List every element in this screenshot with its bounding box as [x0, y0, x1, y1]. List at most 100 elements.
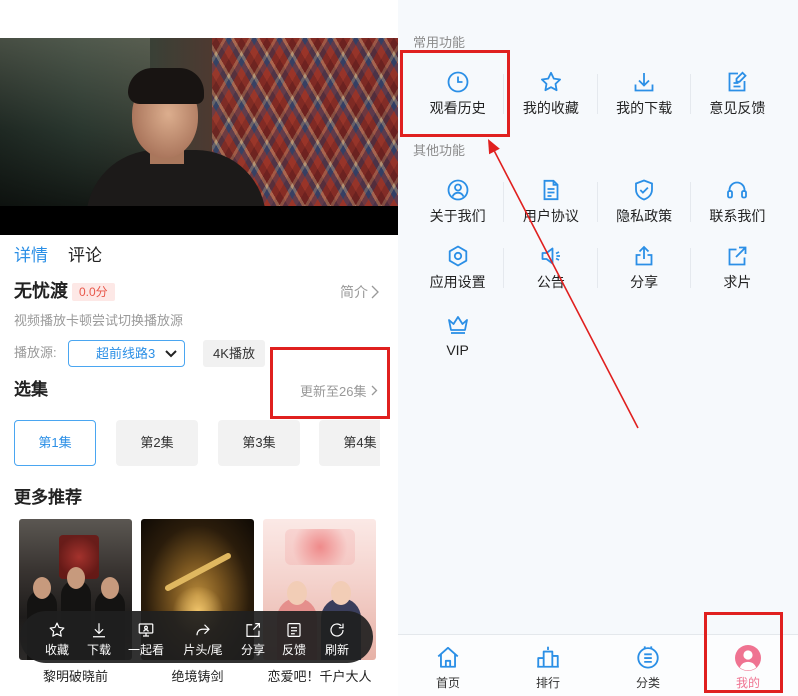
skip-intro-button[interactable]: 片头/尾 — [181, 611, 225, 663]
refresh-icon — [328, 621, 346, 639]
function-label: 联系我们 — [709, 208, 766, 224]
recommendation-title: 黎明破晓前 — [42, 669, 108, 684]
poster-face — [67, 567, 85, 589]
favorite-button[interactable]: 收藏 — [35, 611, 79, 663]
function-label: 我的下载 — [616, 100, 673, 116]
privacy-policy-item[interactable]: 隐私政策 — [598, 168, 692, 230]
chevron-right-icon — [371, 285, 379, 299]
headset-icon — [725, 178, 749, 202]
refresh-button[interactable]: 刷新 — [315, 611, 359, 663]
recommendation-title: 绝境铸剑 — [171, 669, 224, 684]
toolbar-label: 反馈 — [281, 643, 307, 657]
playback-hint: 视频播放卡顿尝试切换播放源 — [14, 313, 184, 328]
announcement-item[interactable]: 公告 — [504, 234, 598, 296]
user-agreement-item[interactable]: 用户协议 — [504, 168, 598, 230]
my-downloads-item[interactable]: 我的下载 — [598, 60, 692, 122]
about-us-item[interactable]: 关于我们 — [411, 168, 505, 230]
poster-art — [163, 551, 233, 593]
poster-art — [285, 529, 355, 565]
nav-label: 首页 — [435, 676, 460, 690]
share-icon — [632, 244, 656, 268]
watch-together-icon — [137, 621, 155, 639]
chevron-down-icon — [165, 350, 177, 358]
settings-icon — [446, 244, 470, 268]
bottom-tab-bar: 首页 排行 分类 我的 — [398, 634, 798, 696]
toolbar-label: 下载 — [86, 643, 112, 657]
contact-us-item[interactable]: 联系我们 — [691, 168, 784, 230]
tab-comments[interactable]: 评论 — [68, 246, 102, 266]
star-icon — [48, 621, 66, 639]
my-favorites-item[interactable]: 我的收藏 — [504, 60, 598, 122]
function-label: 隐私政策 — [616, 208, 673, 224]
other-functions-row: 关于我们 用户协议 隐私政策 联系我们 — [411, 168, 784, 230]
download-icon — [632, 70, 656, 94]
app-settings-item[interactable]: 应用设置 — [411, 234, 505, 296]
feedback-item[interactable]: 意见反馈 — [691, 60, 784, 122]
nav-profile[interactable]: 我的 — [698, 635, 798, 696]
tab-details[interactable]: 详情 — [14, 246, 48, 266]
star-icon — [539, 70, 563, 94]
toolbar-label: 一起看 — [127, 643, 165, 657]
episode-button[interactable]: 第3集 — [218, 420, 300, 466]
share-item[interactable]: 分享 — [598, 234, 692, 296]
quality-4k-button[interactable]: 4K播放 — [203, 340, 265, 367]
nav-category[interactable]: 分类 — [598, 635, 698, 696]
share-icon — [244, 621, 262, 639]
nav-home[interactable]: 首页 — [398, 635, 498, 696]
feedback-icon — [285, 621, 303, 639]
score-badge: 0.0分 — [72, 283, 115, 301]
episode-button[interactable]: 第4集 — [319, 420, 380, 466]
recommendation-title: 恋爱吧！千户大人 — [267, 669, 372, 684]
source-dropdown[interactable]: 超前线路3 — [68, 340, 185, 367]
update-status-label: 更新至26集 — [300, 383, 367, 399]
show-title: 无忧渡 — [14, 281, 68, 301]
function-label: 关于我们 — [429, 208, 486, 224]
function-label: 求片 — [723, 274, 752, 290]
function-label: 公告 — [536, 274, 565, 290]
profile-screen: 常用功能 观看历史 我的收藏 我的下载 意见反馈 其他功能 关于我们 用户协议 … — [398, 0, 798, 696]
download-button[interactable]: 下载 — [77, 611, 121, 663]
vip-item[interactable]: VIP — [411, 302, 504, 364]
poster-face — [331, 581, 351, 605]
ranking-icon — [535, 644, 561, 670]
video-player[interactable] — [0, 38, 398, 235]
download-icon — [90, 621, 108, 639]
avatar-icon — [734, 644, 762, 672]
source-selected-value: 超前线路3 — [96, 346, 156, 361]
request-icon — [725, 244, 749, 268]
watch-together-button[interactable]: 一起看 — [124, 611, 168, 663]
toolbar-label: 刷新 — [324, 643, 350, 657]
episodes-heading: 选集 — [14, 380, 48, 399]
toolbar-label: 收藏 — [44, 643, 70, 657]
feedback-button[interactable]: 反馈 — [272, 611, 316, 663]
skip-intro-icon — [194, 621, 212, 639]
function-label: 分享 — [630, 274, 659, 290]
crown-icon — [446, 312, 470, 336]
nav-label: 我的 — [735, 676, 760, 690]
share-button[interactable]: 分享 — [231, 611, 275, 663]
feedback-icon — [725, 70, 749, 94]
chevron-right-icon — [371, 385, 378, 396]
clock-icon — [446, 70, 470, 94]
recommend-heading: 更多推荐 — [14, 488, 82, 507]
episode-button[interactable]: 第2集 — [116, 420, 198, 466]
nav-ranking[interactable]: 排行 — [498, 635, 598, 696]
nav-label: 排行 — [535, 676, 560, 690]
episode-list: 第1集 第2集 第3集 第4集 — [14, 420, 380, 466]
actor-hair — [128, 68, 204, 104]
function-label: 应用设置 — [429, 274, 486, 290]
poster-face — [287, 581, 307, 605]
other-functions-heading: 其他功能 — [413, 143, 466, 158]
toolbar-label: 分享 — [240, 643, 266, 657]
intro-link-label: 简介 — [340, 284, 368, 300]
function-label: 意见反馈 — [709, 100, 766, 116]
episode-button[interactable]: 第1集 — [14, 420, 96, 466]
function-label: 用户协议 — [522, 208, 579, 224]
poster-face — [33, 577, 51, 599]
episodes-more-link[interactable]: 更新至26集 — [300, 381, 378, 399]
function-label: VIP — [446, 342, 469, 358]
intro-link[interactable]: 简介 — [340, 282, 379, 302]
common-functions-heading: 常用功能 — [413, 35, 466, 50]
request-show-item[interactable]: 求片 — [691, 234, 784, 296]
watch-history-item[interactable]: 观看历史 — [411, 60, 505, 122]
